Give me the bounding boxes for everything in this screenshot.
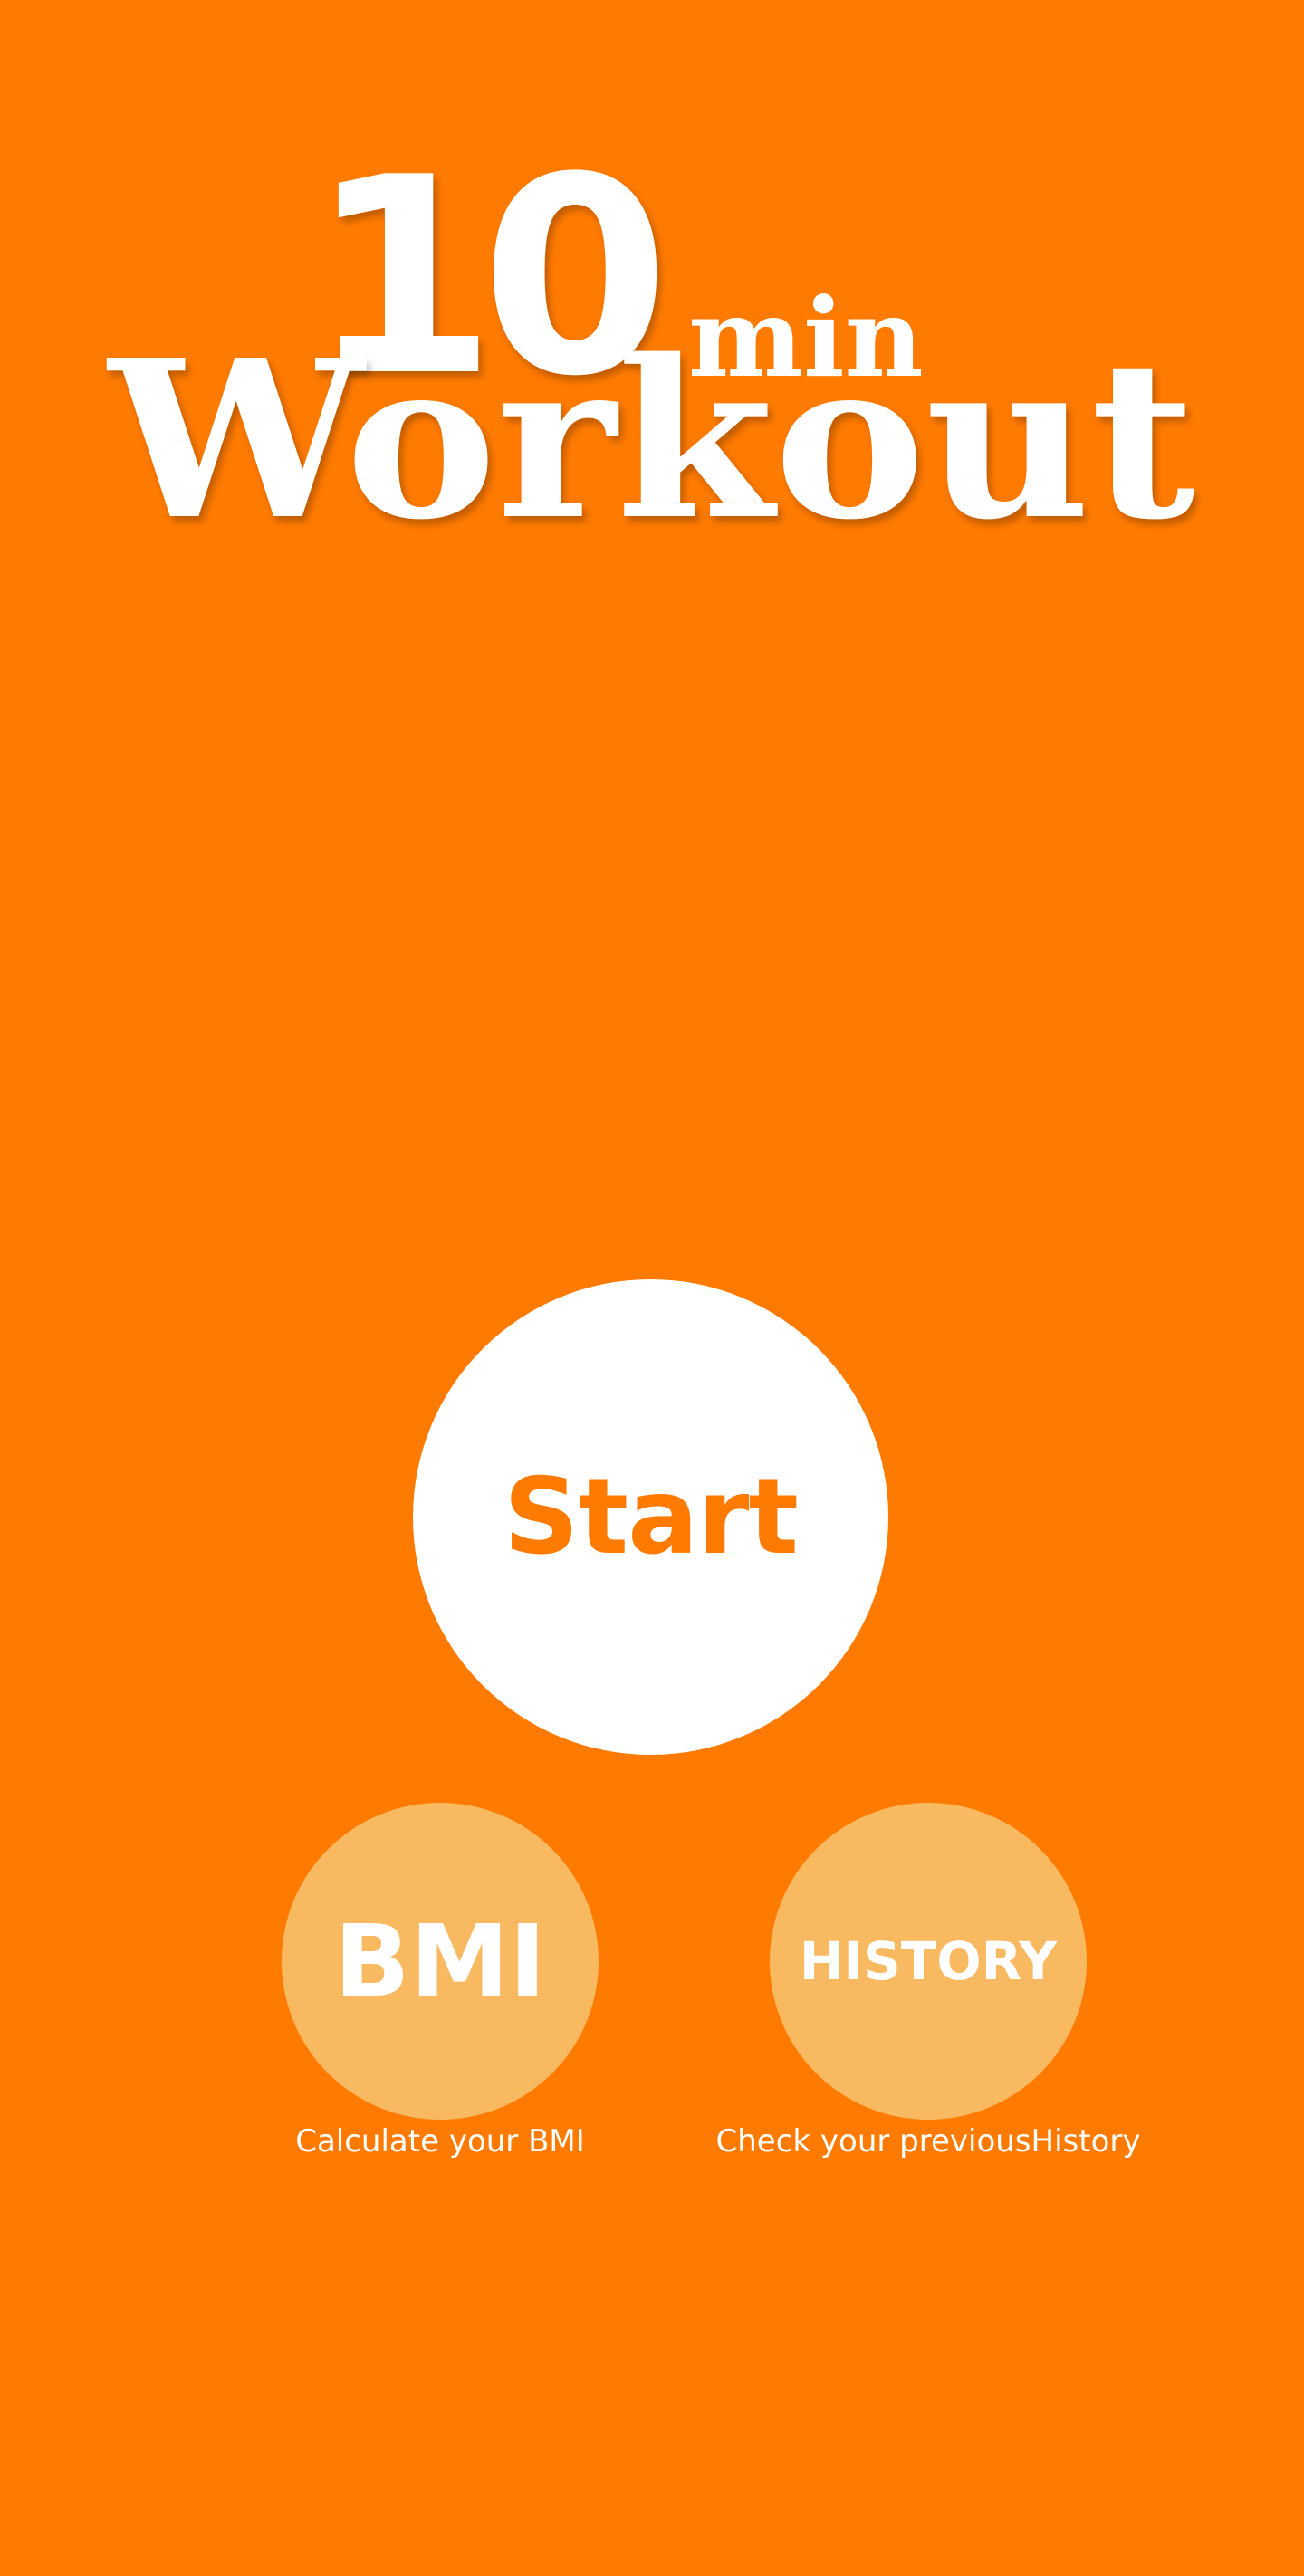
start-button-label: Start (503, 1456, 799, 1578)
logo-word: Workout (106, 312, 1195, 543)
history-caption: Check your previousHistory (715, 2123, 1141, 2159)
bmi-button[interactable]: BMI (282, 1803, 599, 2120)
bmi-button-label: BMI (333, 1903, 547, 2019)
start-button[interactable]: Start (413, 1279, 888, 1755)
app-logo: 10 min Workout (100, 145, 1204, 543)
history-button[interactable]: HISTORY (770, 1803, 1087, 2120)
bmi-caption: Calculate your BMI (295, 2123, 585, 2159)
history-button-label: HISTORY (799, 1930, 1058, 1992)
